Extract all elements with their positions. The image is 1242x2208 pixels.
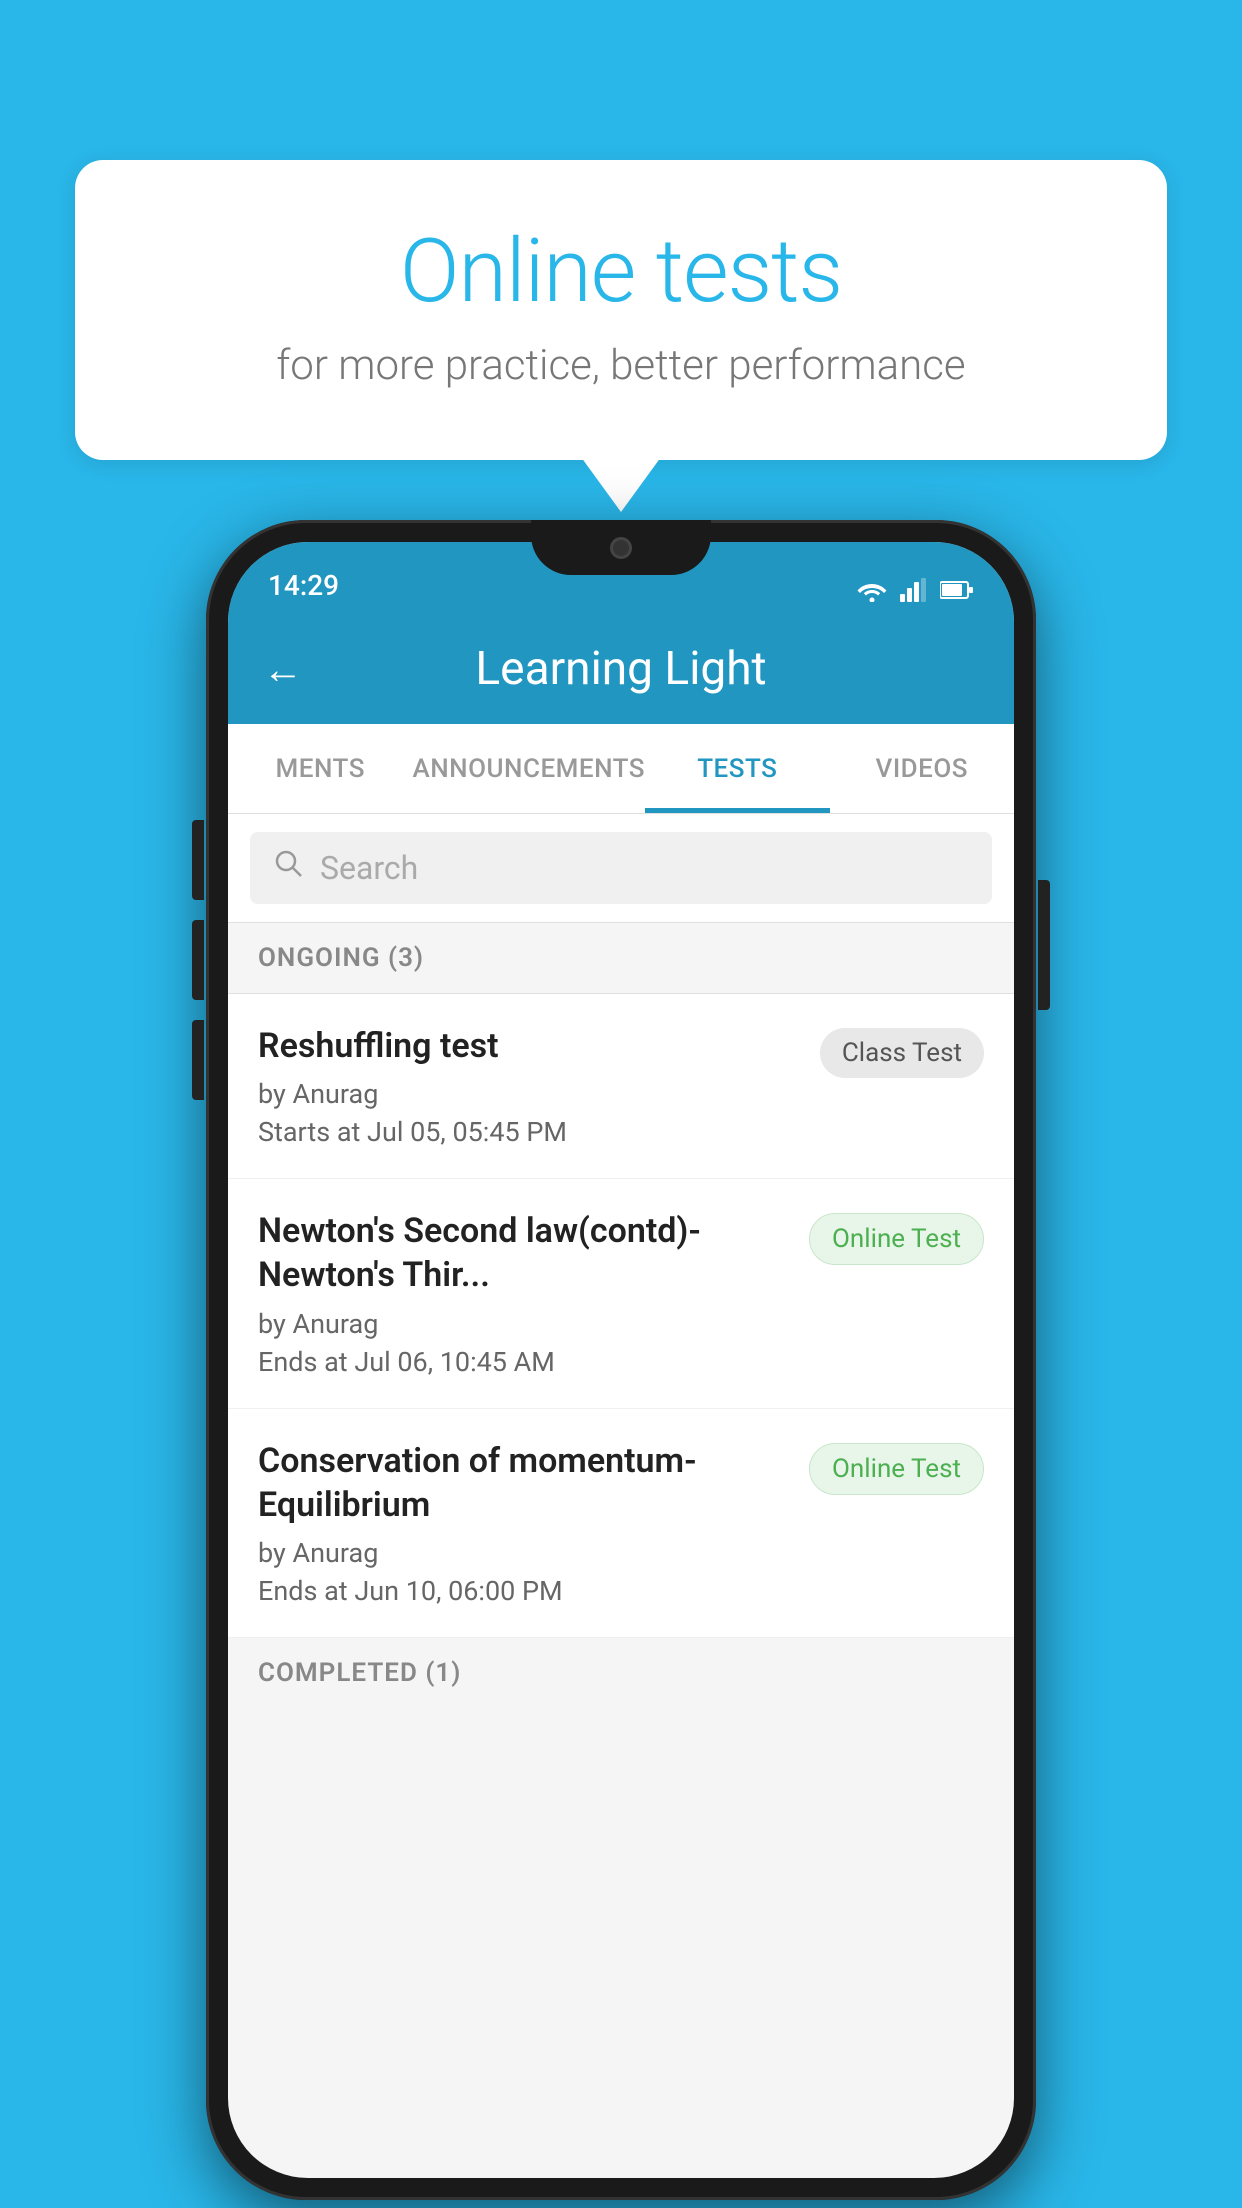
test-author: by Anurag: [258, 1078, 800, 1110]
status-icons: [856, 578, 974, 602]
signal-icon: [900, 578, 928, 602]
test-list: Reshuffling test by Anurag Starts at Jul…: [228, 994, 1014, 1638]
search-icon: [274, 849, 304, 887]
phone-wrapper: 14:29: [206, 520, 1036, 2200]
bubble-title: Online tests: [155, 220, 1087, 323]
test-item[interactable]: Conservation of momentum-Equilibrium by …: [228, 1409, 1014, 1638]
test-info: Newton's Second law(contd)-Newton's Thir…: [258, 1209, 789, 1377]
app-bar: ← Learning Light: [228, 614, 1014, 724]
app-bar-title: Learning Light: [333, 642, 909, 696]
speech-bubble: Online tests for more practice, better p…: [75, 160, 1167, 460]
test-time: Starts at Jul 05, 05:45 PM: [258, 1116, 800, 1148]
battery-icon: [940, 578, 974, 602]
test-title: Conservation of momentum-Equilibrium: [258, 1439, 789, 1527]
test-author: by Anurag: [258, 1308, 789, 1340]
bubble-subtitle: for more practice, better performance: [155, 341, 1087, 390]
test-badge-online: Online Test: [809, 1213, 984, 1265]
test-item[interactable]: Newton's Second law(contd)-Newton's Thir…: [228, 1179, 1014, 1408]
search-input[interactable]: Search: [320, 849, 418, 887]
test-info: Conservation of momentum-Equilibrium by …: [258, 1439, 789, 1607]
back-button[interactable]: ←: [263, 646, 303, 693]
test-info: Reshuffling test by Anurag Starts at Jul…: [258, 1024, 800, 1148]
test-item[interactable]: Reshuffling test by Anurag Starts at Jul…: [228, 994, 1014, 1179]
tab-ments[interactable]: MENTS: [228, 724, 412, 813]
tab-announcements[interactable]: ANNOUNCEMENTS: [412, 724, 645, 813]
test-title: Newton's Second law(contd)-Newton's Thir…: [258, 1209, 789, 1297]
tab-tests[interactable]: TESTS: [645, 724, 829, 813]
phone-screen: 14:29: [228, 542, 1014, 2178]
test-badge-online: Online Test: [809, 1443, 984, 1495]
search-bar[interactable]: Search: [250, 832, 992, 904]
camera: [610, 537, 632, 559]
test-author: by Anurag: [258, 1537, 789, 1569]
wifi-icon: [856, 578, 888, 602]
completed-section-header: COMPLETED (1): [228, 1638, 1014, 1708]
phone-frame: 14:29: [206, 520, 1036, 2200]
ongoing-section-header: ONGOING (3): [228, 923, 1014, 994]
test-badge-class: Class Test: [820, 1028, 984, 1078]
phone-notch: [531, 520, 711, 575]
test-time: Ends at Jun 10, 06:00 PM: [258, 1575, 789, 1607]
search-container: Search: [228, 814, 1014, 923]
tab-bar: MENTS ANNOUNCEMENTS TESTS VIDEOS: [228, 724, 1014, 814]
test-title: Reshuffling test: [258, 1024, 800, 1068]
tab-videos[interactable]: VIDEOS: [830, 724, 1014, 813]
test-time: Ends at Jul 06, 10:45 AM: [258, 1346, 789, 1378]
status-time: 14:29: [268, 569, 339, 602]
